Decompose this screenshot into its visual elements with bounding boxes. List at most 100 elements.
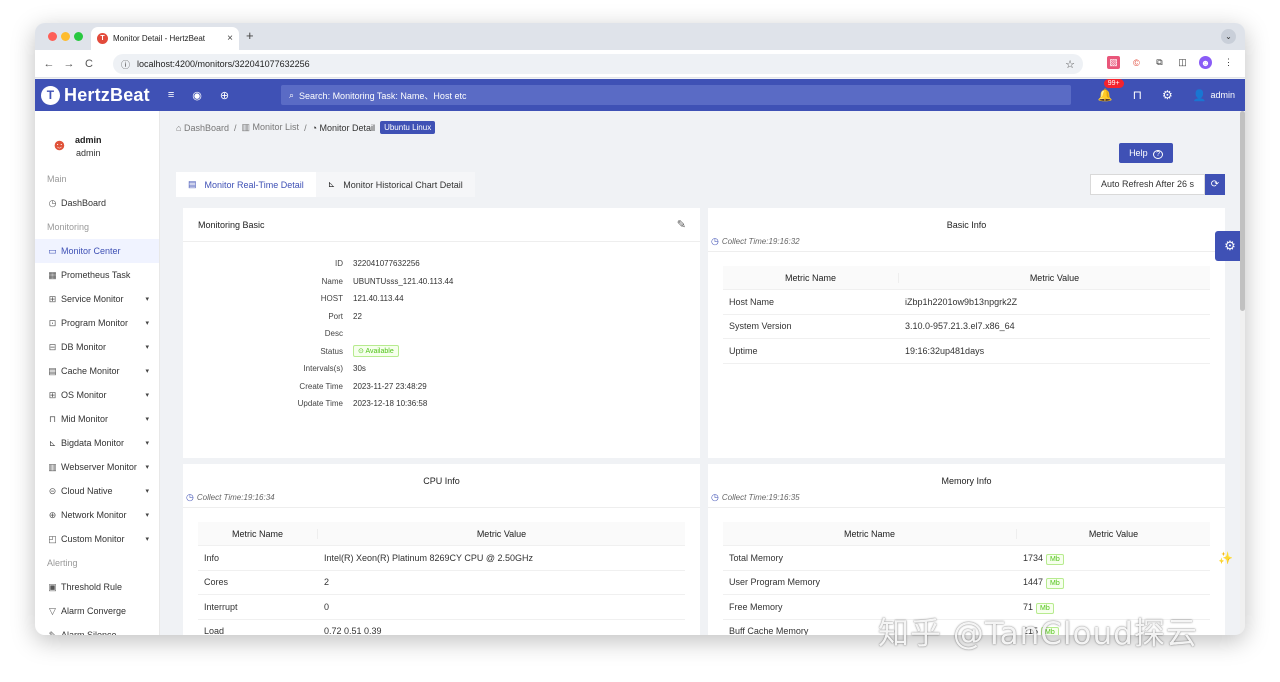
maximize-window-button[interactable] <box>74 32 83 41</box>
reload-button[interactable]: C <box>79 58 99 70</box>
sidebar-item-program-monitor[interactable]: ⊡ Program Monitor ▾ <box>35 311 159 335</box>
sidebar-item-network-monitor[interactable]: ⊕ Network Monitor ▾ <box>35 503 159 527</box>
memory-info-collect-time: ◷ Collect Time:19:16:35 <box>711 492 800 503</box>
basic-info-card: Basic Info ◷ Collect Time:19:16:32 Metri… <box>708 208 1225 458</box>
clock-icon: ◷ <box>711 492 719 502</box>
sidebar-item-alarm-converge[interactable]: ▽ Alarm Converge <box>35 599 159 623</box>
sidebar-item-os-monitor[interactable]: ⊞ OS Monitor ▾ <box>35 383 159 407</box>
page-scrollbar[interactable] <box>1240 111 1245 635</box>
clock-icon: ◷ <box>186 492 194 502</box>
menu-toggle-icon[interactable]: ≡ <box>168 89 174 101</box>
custom-monitor-icon: ◰ <box>48 533 57 544</box>
tab-search-button[interactable]: ⌄ <box>1221 29 1236 44</box>
back-button[interactable]: ← <box>39 58 59 70</box>
sidebar-item-db-monitor[interactable]: ⊟ DB Monitor ▾ <box>35 335 159 359</box>
sidebar-item-cloud-native[interactable]: ⊝ Cloud Native ▾ <box>35 479 159 503</box>
sidebar-item-mid-monitor[interactable]: ⊓ Mid Monitor ▾ <box>35 407 159 431</box>
site-info-icon[interactable]: ⓘ <box>121 58 130 71</box>
refresh-button[interactable]: ⟳ <box>1205 174 1225 195</box>
monitor-center-icon: ▭ <box>48 245 57 256</box>
dashboard-icon: ◷ <box>48 197 57 208</box>
field-label: Port <box>328 311 343 321</box>
address-bar[interactable]: ⓘ localhost:4200/monitors/32204107763225… <box>113 54 1083 74</box>
metric-value: 2 <box>324 577 330 588</box>
breadcrumb-monitor-list[interactable]: ▥ Monitor List <box>242 122 300 133</box>
metric-value: 0.72 0.51 0.39 <box>324 626 382 635</box>
metric-value-cell: 2 <box>318 577 685 587</box>
field-label: Update Time <box>297 399 343 409</box>
forward-button[interactable]: → <box>59 58 79 70</box>
close-window-button[interactable] <box>48 32 57 41</box>
tab-historical-label: Monitor Historical Chart Detail <box>343 179 463 190</box>
breadcrumb-dashboard[interactable]: ⌂ DashBoard <box>176 123 229 133</box>
side-panel-icon[interactable]: ◫ <box>1176 56 1189 69</box>
profile-avatar-icon[interactable]: ☻ <box>1199 56 1212 69</box>
help-button[interactable]: Help ? <box>1119 143 1173 163</box>
column-header-metric-name: Metric Name <box>723 528 1017 539</box>
field-status: Status ⊙ Available <box>183 343 700 361</box>
header-user-menu[interactable]: 👤 admin <box>1193 89 1235 102</box>
basic-info-table: Metric Name Metric Value Host Name iZbp1h22… <box>723 266 1210 364</box>
column-header-metric-name: Metric Name <box>723 272 899 283</box>
extension-icons: ▧ © ⧉ ◫ ☻ ⋮ <box>1107 56 1235 69</box>
breadcrumb-monitor-list-label: Monitor List <box>252 122 300 132</box>
bookmark-star-icon[interactable]: ☆ <box>1065 58 1075 71</box>
minimize-window-button[interactable] <box>61 32 70 41</box>
field-port: Port 22 <box>183 308 700 326</box>
close-tab-icon[interactable]: × <box>227 33 233 44</box>
lock-icon[interactable]: ⊓ <box>1133 88 1142 102</box>
sidebar-item-prometheus-task[interactable]: ▦ Prometheus Task <box>35 263 159 287</box>
sidebar-item-dashboard[interactable]: ◷ DashBoard <box>35 191 159 215</box>
sidebar-item-webserver-monitor[interactable]: ▥ Webserver Monitor ▾ <box>35 455 159 479</box>
magic-wand-icon[interactable]: ✨ <box>1218 551 1233 565</box>
metric-name-cell: Cores <box>204 577 229 588</box>
sidebar-item-custom-monitor[interactable]: ◰ Custom Monitor ▾ <box>35 527 159 551</box>
tab-real-time-label: Monitor Real-Time Detail <box>204 179 304 190</box>
browser-menu-icon[interactable]: ⋮ <box>1222 56 1235 69</box>
settings-gear-icon[interactable]: ⚙ <box>1162 88 1173 102</box>
basic-info-title: Basic Info <box>946 220 987 230</box>
github-icon[interactable]: ◉ <box>192 89 202 102</box>
notification-bell-icon[interactable]: 🔔 99+ <box>1098 79 1124 102</box>
sidebar-item-alarm-silence[interactable]: ✎ Alarm Silence <box>35 623 159 636</box>
extensions-puzzle-icon[interactable]: ⧉ <box>1153 56 1166 69</box>
metric-value: 19:16:32up481days <box>905 345 985 356</box>
metric-value-cell: Intel(R) Xeon(R) Platinum 8269CY CPU @ 2… <box>318 553 685 563</box>
sidebar-item-bigdata-monitor[interactable]: ⊾ Bigdata Monitor ▾ <box>35 431 159 455</box>
metric-name-cell: Load <box>204 626 225 635</box>
monitoring-basic-fields: ID 322041077632256 Name UBUNTUsss_121.40.11… <box>183 255 700 413</box>
app-header: T HertzBeat ≡ ◉ ⊕ ⌕ Search: Monitoring T… <box>35 79 1245 111</box>
search-input[interactable]: ⌕ Search: Monitoring Task: Name、Host etc <box>281 85 1071 105</box>
browser-tab[interactable]: T Monitor Detail - HertzBeat × <box>91 27 239 50</box>
tab-historical-chart[interactable]: ⊾ Monitor Historical Chart Detail <box>315 172 475 197</box>
field-label: HOST <box>320 294 343 304</box>
cpu-info-collect-time: ◷ Collect Time:19:16:34 <box>186 492 275 503</box>
scrollbar-thumb[interactable] <box>1240 111 1245 311</box>
sidebar-user-name: admin <box>75 134 102 145</box>
zhihu-watermark: 知乎 @TanCloud探云 <box>878 616 1198 652</box>
sidebar-item-label: DB Monitor <box>61 342 107 352</box>
cloud-native-icon: ⊝ <box>48 485 57 496</box>
field-name: Name UBUNTUsss_121.40.113.44 <box>183 273 700 291</box>
metric-name-cell: Uptime <box>729 345 758 356</box>
edit-icon[interactable]: ✎ <box>677 218 686 231</box>
sidebar-item-monitor-center[interactable]: ▭ Monitor Center <box>35 239 159 263</box>
column-header-metric-value: Metric Value <box>1029 272 1080 283</box>
metric-value-cell: 3.10.0-957.21.3.el7.x86_64 <box>899 321 1210 331</box>
field-label: Status <box>320 346 343 356</box>
tab-real-time-detail[interactable]: ▤ Monitor Real-Time Detail <box>176 172 316 197</box>
chevron-down-icon: ▾ <box>145 320 149 327</box>
sidebar-item-threshold-rule[interactable]: ▣ Threshold Rule <box>35 575 159 599</box>
new-tab-button[interactable]: + <box>246 28 254 43</box>
hertzbeat-logo[interactable]: T HertzBeat <box>41 85 150 106</box>
prometheus-task-icon: ▦ <box>48 269 57 280</box>
program-monitor-icon: ⊡ <box>48 317 57 328</box>
breadcrumb-separator: / <box>233 122 237 133</box>
field-label: ID <box>335 259 343 269</box>
extension-icon-1[interactable]: ▧ <box>1107 56 1120 69</box>
sidebar-item-cache-monitor[interactable]: ▤ Cache Monitor ▾ <box>35 359 159 383</box>
network-monitor-icon: ⊕ <box>48 509 57 520</box>
extension-icon-2[interactable]: © <box>1130 56 1143 69</box>
gitee-icon[interactable]: ⊕ <box>220 89 229 102</box>
sidebar-item-service-monitor[interactable]: ⊞ Service Monitor ▾ <box>35 287 159 311</box>
